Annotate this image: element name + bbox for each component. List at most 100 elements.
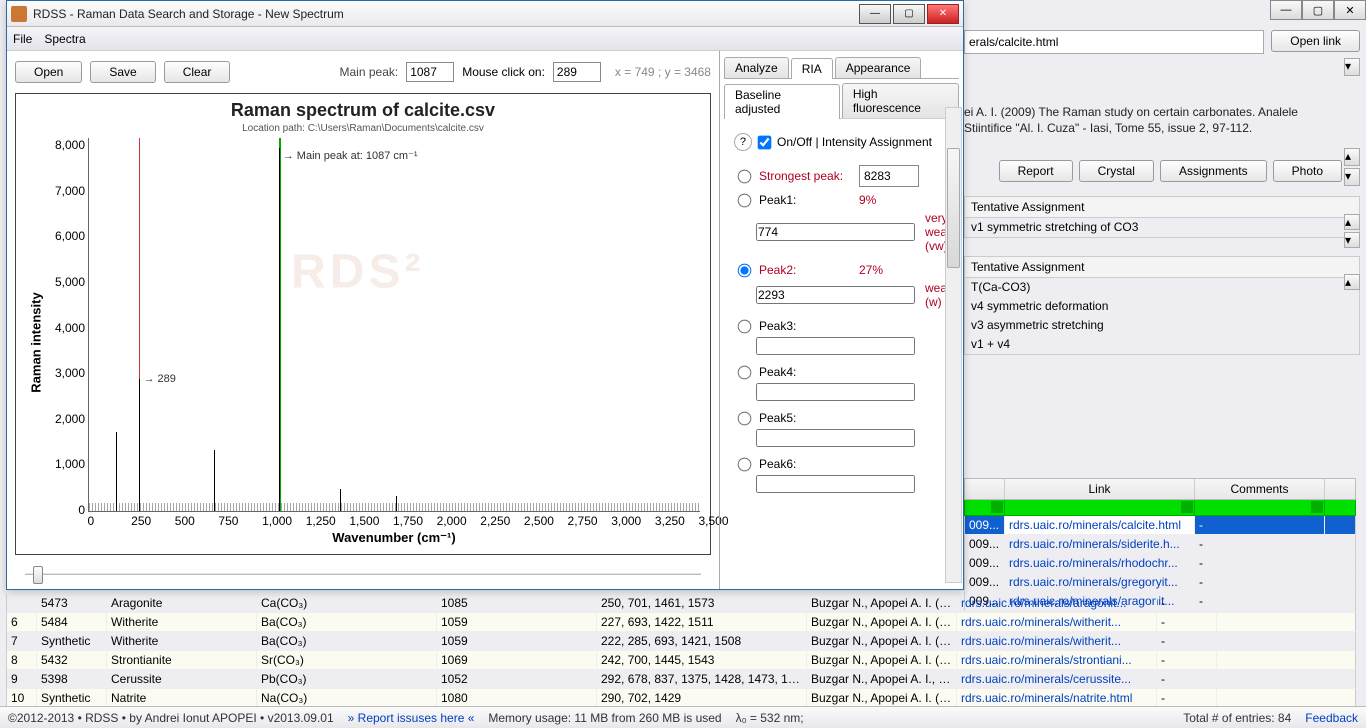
- filter-dropdown-icon[interactable]: [1181, 501, 1193, 513]
- cell-link[interactable]: rdrs.uaic.ro/minerals/witherit...: [957, 613, 1157, 631]
- assignment-item[interactable]: v3 asymmetric stretching: [965, 316, 1359, 335]
- close-button[interactable]: ✕: [927, 4, 959, 24]
- feedback-link[interactable]: Feedback: [1305, 711, 1358, 725]
- minimize-button[interactable]: —: [859, 4, 891, 24]
- maximize-button[interactable]: ▢: [893, 4, 925, 24]
- table-row[interactable]: 009...rdrs.uaic.ro/minerals/siderite.h..…: [964, 535, 1356, 554]
- y-tick: 2,000: [45, 412, 85, 426]
- plot-area[interactable]: 8,0007,0006,0005,0004,0003,0002,0001,000…: [88, 138, 700, 512]
- horizontal-slider[interactable]: [15, 563, 711, 585]
- peak-value-input[interactable]: [756, 223, 915, 241]
- outer-maximize-button[interactable]: ▢: [1302, 0, 1334, 20]
- cell-link[interactable]: rdrs.uaic.ro/minerals/cerussite...: [957, 670, 1157, 688]
- table-row[interactable]: 009...rdrs.uaic.ro/minerals/rhodochr...-: [964, 554, 1356, 573]
- cell-link[interactable]: rdrs.uaic.ro/minerals/calcite.html: [1005, 516, 1195, 534]
- grid-header-link[interactable]: Link: [1005, 479, 1195, 499]
- open-link-button[interactable]: Open link: [1271, 30, 1360, 52]
- report-issues-link[interactable]: » Report issuses here «: [348, 711, 475, 725]
- table-row[interactable]: 009...rdrs.uaic.ro/minerals/gregoryit...…: [964, 573, 1356, 592]
- cell-link[interactable]: rdrs.uaic.ro/minerals/strontiani...: [957, 651, 1157, 669]
- y-tick: 5,000: [45, 275, 85, 289]
- open-button[interactable]: Open: [15, 61, 82, 83]
- assignment-item[interactable]: v4 symmetric deformation: [965, 297, 1359, 316]
- cell-link[interactable]: rdrs.uaic.ro/minerals/siderite.h...: [1005, 535, 1195, 553]
- cell-link[interactable]: rdrs.uaic.ro/minerals/natrite.html: [957, 689, 1157, 707]
- cell-id: 5473: [37, 594, 107, 612]
- cell-comments: -: [1195, 573, 1325, 591]
- peak-radio[interactable]: [738, 319, 752, 333]
- table-row[interactable]: 65484WitheriteBa(CO₃)1059227, 693, 1422,…: [6, 613, 1356, 632]
- photo-button[interactable]: Photo: [1273, 160, 1342, 182]
- clear-button[interactable]: Clear: [164, 61, 231, 83]
- slider-thumb[interactable]: [33, 566, 43, 584]
- peak-value-input[interactable]: [756, 337, 915, 355]
- cell-link[interactable]: rdrs.uaic.ro/minerals/gregoryit...: [1005, 573, 1195, 591]
- help-icon[interactable]: ?: [734, 133, 752, 151]
- x-tick: 1,000: [262, 514, 263, 528]
- subtab-high-fluorescence[interactable]: High fluorescence: [842, 83, 959, 118]
- peak-radio[interactable]: [738, 263, 752, 277]
- outer-close-button[interactable]: ✕: [1334, 0, 1366, 20]
- grid-filter-row[interactable]: [964, 500, 1356, 516]
- table-row[interactable]: 85432StrontianiteSr(CO₃)1069242, 700, 14…: [6, 651, 1356, 670]
- cell-link[interactable]: rdrs.uaic.ro/minerals/aragonit...: [957, 594, 1157, 612]
- assignment-item[interactable]: v1 + v4: [965, 335, 1359, 354]
- tab-analyze[interactable]: Analyze: [724, 57, 789, 78]
- grid-header-ref[interactable]: [965, 479, 1005, 499]
- scroll-arrow-icon[interactable]: ▴: [1344, 148, 1360, 166]
- peak-value-input[interactable]: [756, 286, 915, 304]
- assignment-list: T(Ca-CO3) v4 symmetric deformation v3 as…: [964, 278, 1360, 355]
- cell-id: 5432: [37, 651, 107, 669]
- peak-radio[interactable]: [738, 411, 752, 425]
- spectrum-peak: [279, 148, 280, 511]
- table-row[interactable]: 5473AragoniteCa(CO₃)1085250, 701, 1461, …: [6, 594, 1356, 613]
- peak-value-input[interactable]: [756, 429, 915, 447]
- strongest-peak-input[interactable]: [859, 165, 919, 187]
- tab-appearance[interactable]: Appearance: [835, 57, 922, 78]
- cell-comments: -: [1195, 554, 1325, 572]
- scroll-arrow-icon[interactable]: ▴: [1344, 274, 1360, 290]
- filter-dropdown-icon[interactable]: [1311, 501, 1323, 513]
- peak-radio[interactable]: [738, 193, 752, 207]
- tab-ria[interactable]: RIA: [791, 58, 833, 79]
- y-tick: 4,000: [45, 321, 85, 335]
- outer-minimize-button[interactable]: —: [1270, 0, 1302, 20]
- subtab-baseline[interactable]: Baseline adjusted: [724, 84, 840, 119]
- spectrum-chart[interactable]: Raman spectrum of calcite.csv Location p…: [15, 93, 711, 555]
- cell-link[interactable]: rdrs.uaic.ro/minerals/rhodochr...: [1005, 554, 1195, 572]
- assignment-item[interactable]: T(Ca-CO3): [965, 278, 1359, 297]
- peak-value-input[interactable]: [756, 475, 915, 493]
- link-url-field[interactable]: [964, 30, 1264, 54]
- assignments-button[interactable]: Assignments: [1160, 160, 1267, 182]
- assignment-item[interactable]: v1 symmetric stretching of CO3: [965, 218, 1359, 237]
- minerals-table: 5473AragoniteCa(CO₃)1085250, 701, 1461, …: [6, 594, 1356, 698]
- grid-header-comments[interactable]: Comments: [1195, 479, 1325, 499]
- vertical-scrollbar[interactable]: [945, 107, 962, 583]
- mouse-click-input[interactable]: [553, 62, 601, 82]
- titlebar[interactable]: RDSS - Raman Data Search and Storage - N…: [7, 1, 963, 27]
- cell-name: Strontianite: [107, 651, 257, 669]
- scroll-arrow-icon[interactable]: ▴: [1344, 214, 1360, 230]
- table-row[interactable]: 009...rdrs.uaic.ro/minerals/calcite.html…: [964, 516, 1356, 535]
- peak-radio[interactable]: [738, 365, 752, 379]
- cell-index: [7, 594, 37, 612]
- main-peak-input[interactable]: [406, 62, 454, 82]
- menu-spectra[interactable]: Spectra: [44, 32, 85, 46]
- report-button[interactable]: Report: [999, 160, 1073, 182]
- filter-dropdown-icon[interactable]: [991, 501, 1003, 513]
- table-row[interactable]: 95398CerussitePb(CO₃)1052292, 678, 837, …: [6, 670, 1356, 689]
- cell-link[interactable]: rdrs.uaic.ro/minerals/witherit...: [957, 632, 1157, 650]
- scrollbar-thumb[interactable]: [947, 148, 960, 268]
- onoff-checkbox[interactable]: [758, 135, 772, 149]
- y-tick: 7,000: [45, 184, 85, 198]
- peak-value-input[interactable]: [756, 383, 915, 401]
- scroll-arrow-icon[interactable]: ▾: [1344, 232, 1360, 248]
- save-button[interactable]: Save: [90, 61, 155, 83]
- scroll-arrow-icon[interactable]: ▾: [1344, 168, 1360, 186]
- peak-radio[interactable]: [738, 457, 752, 471]
- table-row[interactable]: 7SyntheticWitheriteBa(CO₃)1059222, 285, …: [6, 632, 1356, 651]
- strongest-peak-radio[interactable]: [738, 169, 752, 183]
- scroll-arrow-icon[interactable]: ▾: [1344, 58, 1360, 76]
- menu-file[interactable]: File: [13, 32, 32, 46]
- crystal-button[interactable]: Crystal: [1079, 160, 1154, 182]
